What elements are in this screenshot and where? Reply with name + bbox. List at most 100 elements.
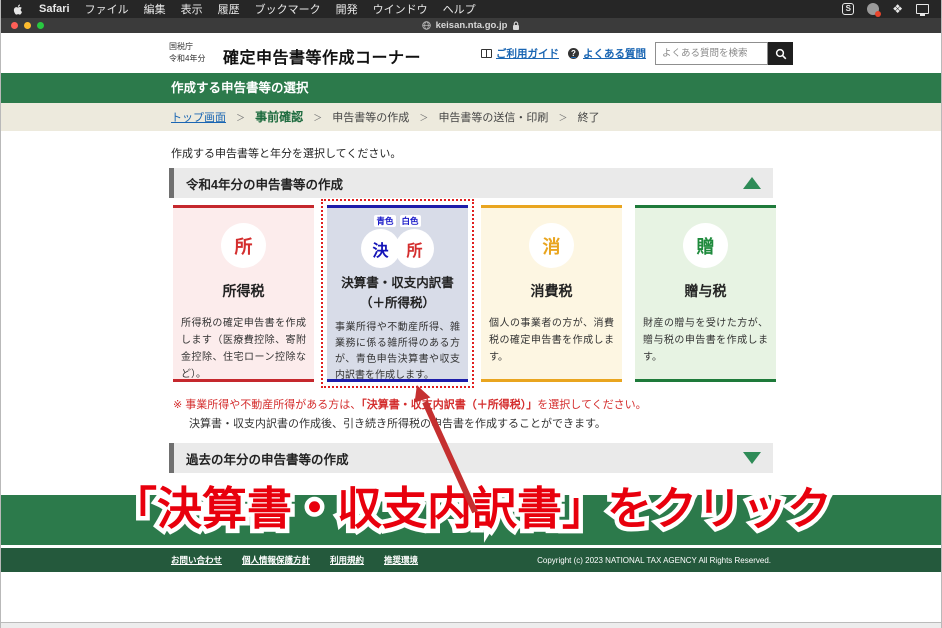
breadcrumb-finish: 終了 (578, 112, 600, 124)
header-utilities: ご利用ガイド ? よくある質問 (481, 42, 793, 65)
menu-item-edit[interactable]: 編集 (144, 1, 166, 17)
expand-icon[interactable] (743, 452, 761, 464)
gift-tax-badge: 贈 (683, 223, 728, 268)
breadcrumb-top[interactable]: トップ画面 (171, 112, 226, 124)
faq-link[interactable]: ? よくある質問 (568, 46, 646, 61)
menu-item-view[interactable]: 表示 (181, 1, 203, 17)
section-current-year-title: 令和4年分の申告書等の作成 (186, 174, 343, 193)
breadcrumb-separator: ＞ (236, 113, 245, 123)
lock-icon (512, 21, 520, 31)
agency-name: 国税庁 (169, 41, 205, 53)
breadcrumb-create: 申告書等の作成 (332, 112, 409, 124)
footer-link-contact[interactable]: お問い合わせ (171, 554, 222, 566)
card-consumption-tax[interactable]: 消 消費税 個人の事業者の方が、消費税の確定申告書を作成します。 (481, 205, 622, 382)
guide-link-label: ご利用ガイド (496, 46, 559, 61)
card-title-line2: （＋所得税） (335, 292, 460, 311)
income-tax-badge: 所 (221, 223, 266, 268)
tax-type-cards: 所 所得税 所得税の確定申告書を作成します（医療費控除、寄附金控除、住宅ローン控… (173, 205, 776, 382)
book-icon (481, 49, 492, 58)
callout-band (1, 495, 941, 545)
menu-item-safari[interactable]: Safari (39, 3, 70, 15)
income-badge: 所 (395, 229, 434, 268)
card-financial-statements[interactable]: 青色 白色 決 所 決算書・収支内訳書 （＋所得税） 事業所得や不動産所得、雑業… (327, 205, 468, 382)
fullscreen-button[interactable] (37, 22, 44, 29)
agency-block: 国税庁 令和4年分 (169, 41, 205, 64)
menu-item-history[interactable]: 履歴 (218, 1, 240, 17)
card-gift-tax[interactable]: 贈 贈与税 財産の贈与を受けた方が、贈与税の申告書を作成します。 (635, 205, 776, 382)
display-icon[interactable] (916, 4, 929, 14)
collapse-icon[interactable] (743, 177, 761, 189)
note-marker: ※ (173, 399, 185, 411)
close-button[interactable] (11, 22, 18, 29)
window-controls (11, 22, 44, 29)
breadcrumb-separator: ＞ (313, 113, 322, 123)
note-post: を選択してください。 (537, 399, 646, 411)
section-past-years-title: 過去の年分の申告書等の作成 (186, 449, 349, 468)
color-type-labels: 青色 白色 (335, 215, 460, 227)
menubar-tray: S ❖ (842, 3, 929, 15)
breadcrumb-precheck-current: 事前確認 (255, 110, 303, 124)
footer-link-privacy[interactable]: 個人情報保護方針 (242, 554, 310, 566)
breadcrumb-separator: ＞ (419, 113, 428, 123)
page-nav-title: 作成する申告書等の選択 (171, 81, 309, 95)
search-input[interactable] (655, 42, 768, 65)
note-pre: 事業所得や不動産所得がある方は、 (185, 399, 361, 411)
faq-search (655, 42, 793, 65)
url-text: keisan.nta.go.jp (436, 20, 508, 31)
card-desc: 所得税の確定申告書を作成します（医療費控除、寄附金控除、住宅ローン控除など）。 (181, 315, 306, 383)
guide-link[interactable]: ご利用ガイド (481, 46, 559, 61)
section-past-years[interactable]: 過去の年分の申告書等の作成 (169, 443, 773, 473)
menu-item-bookmarks[interactable]: ブックマーク (255, 1, 321, 17)
menu-item-help[interactable]: ヘルプ (443, 1, 476, 17)
breadcrumb: トップ画面 ＞ 事前確認 ＞ 申告書等の作成 ＞ 申告書等の送信・印刷 ＞ 終了 (1, 103, 941, 131)
breadcrumb-separator: ＞ (559, 113, 568, 123)
apple-icon[interactable] (13, 4, 24, 15)
card-desc: 事業所得や不動産所得、雑業務に係る雑所得のある方が、青色申告決算書や収支内訳書を… (335, 320, 460, 385)
copyright-text: Copyright (c) 2023 NATIONAL TAX AGENCY A… (537, 556, 771, 565)
faq-link-label: よくある質問 (583, 46, 646, 61)
menu-item-file[interactable]: ファイル (85, 1, 129, 17)
search-icon (775, 48, 787, 60)
section-current-year[interactable]: 令和4年分の申告書等の作成 (169, 168, 773, 198)
card-badge-row: 決 所 (335, 229, 460, 268)
card-income-tax[interactable]: 所 所得税 所得税の確定申告書を作成します（医療費控除、寄附金控除、住宅ローン控… (173, 205, 314, 382)
search-button[interactable] (768, 42, 793, 65)
consumption-tax-badge: 消 (529, 223, 574, 268)
macos-menu-bar: Safari ファイル 編集 表示 履歴 ブックマーク 開発 ウインドウ ヘルプ… (1, 0, 941, 18)
breadcrumb-send-print: 申告書等の送信・印刷 (438, 112, 548, 124)
site-footer: お問い合わせ 個人情報保護方針 利用規約 推奨環境 Copyright (c) … (1, 548, 941, 572)
card-badge-row: 消 (489, 223, 614, 268)
white-return-label: 白色 (400, 215, 421, 227)
question-icon: ? (568, 48, 579, 59)
card-badge-row: 贈 (643, 223, 768, 268)
selection-note: ※ 事業所得や不動産所得がある方は、「決算書・収支内訳書（＋所得税）」を選択して… (173, 396, 647, 433)
site-header: 国税庁 令和4年分 確定申告書等作成コーナー ご利用ガイド ? よくある質問 (1, 33, 941, 73)
note-line1: ※ 事業所得や不動産所得がある方は、「決算書・収支内訳書（＋所得税）」を選択して… (173, 396, 647, 415)
site-title: 確定申告書等作成コーナー (223, 44, 421, 68)
footer-link-terms[interactable]: 利用規約 (330, 554, 364, 566)
globe-icon (422, 21, 431, 30)
card-title: 所得税 (181, 281, 306, 301)
window-bottom-edge (1, 622, 941, 628)
s-badge-icon[interactable]: S (842, 3, 854, 15)
card-badge-row: 所 (181, 223, 306, 268)
note-line2: 決算書・収支内訳書の作成後、引き続き所得税の申告書を作成することができます。 (173, 415, 647, 434)
notification-app-icon[interactable] (867, 3, 879, 15)
page-nav-bar: 作成する申告書等の選択 (1, 73, 941, 103)
card-desc: 財産の贈与を受けた方が、贈与税の申告書を作成します。 (643, 315, 768, 366)
minimize-button[interactable] (24, 22, 31, 29)
tax-year: 令和4年分 (169, 53, 205, 65)
footer-link-environment[interactable]: 推奨環境 (384, 554, 418, 566)
instruction-text: 作成する申告書等と年分を選択してください。 (171, 145, 401, 161)
address-bar[interactable]: keisan.nta.go.jp (422, 20, 521, 31)
card-title: 消費税 (489, 281, 614, 301)
card-title: 贈与税 (643, 281, 768, 301)
card-title: 決算書・収支内訳書 (335, 276, 460, 292)
menu-item-develop[interactable]: 開発 (336, 1, 358, 17)
browser-chrome: keisan.nta.go.jp (1, 18, 941, 33)
macos-screen: Safari ファイル 編集 表示 履歴 ブックマーク 開発 ウインドウ ヘルプ… (0, 0, 942, 628)
menu-item-window[interactable]: ウインドウ (373, 1, 428, 17)
blue-return-label: 青色 (374, 215, 395, 227)
note-emphasis: 「決算書・収支内訳書（＋所得税）」 (361, 399, 537, 411)
dropbox-icon[interactable]: ❖ (892, 3, 903, 15)
